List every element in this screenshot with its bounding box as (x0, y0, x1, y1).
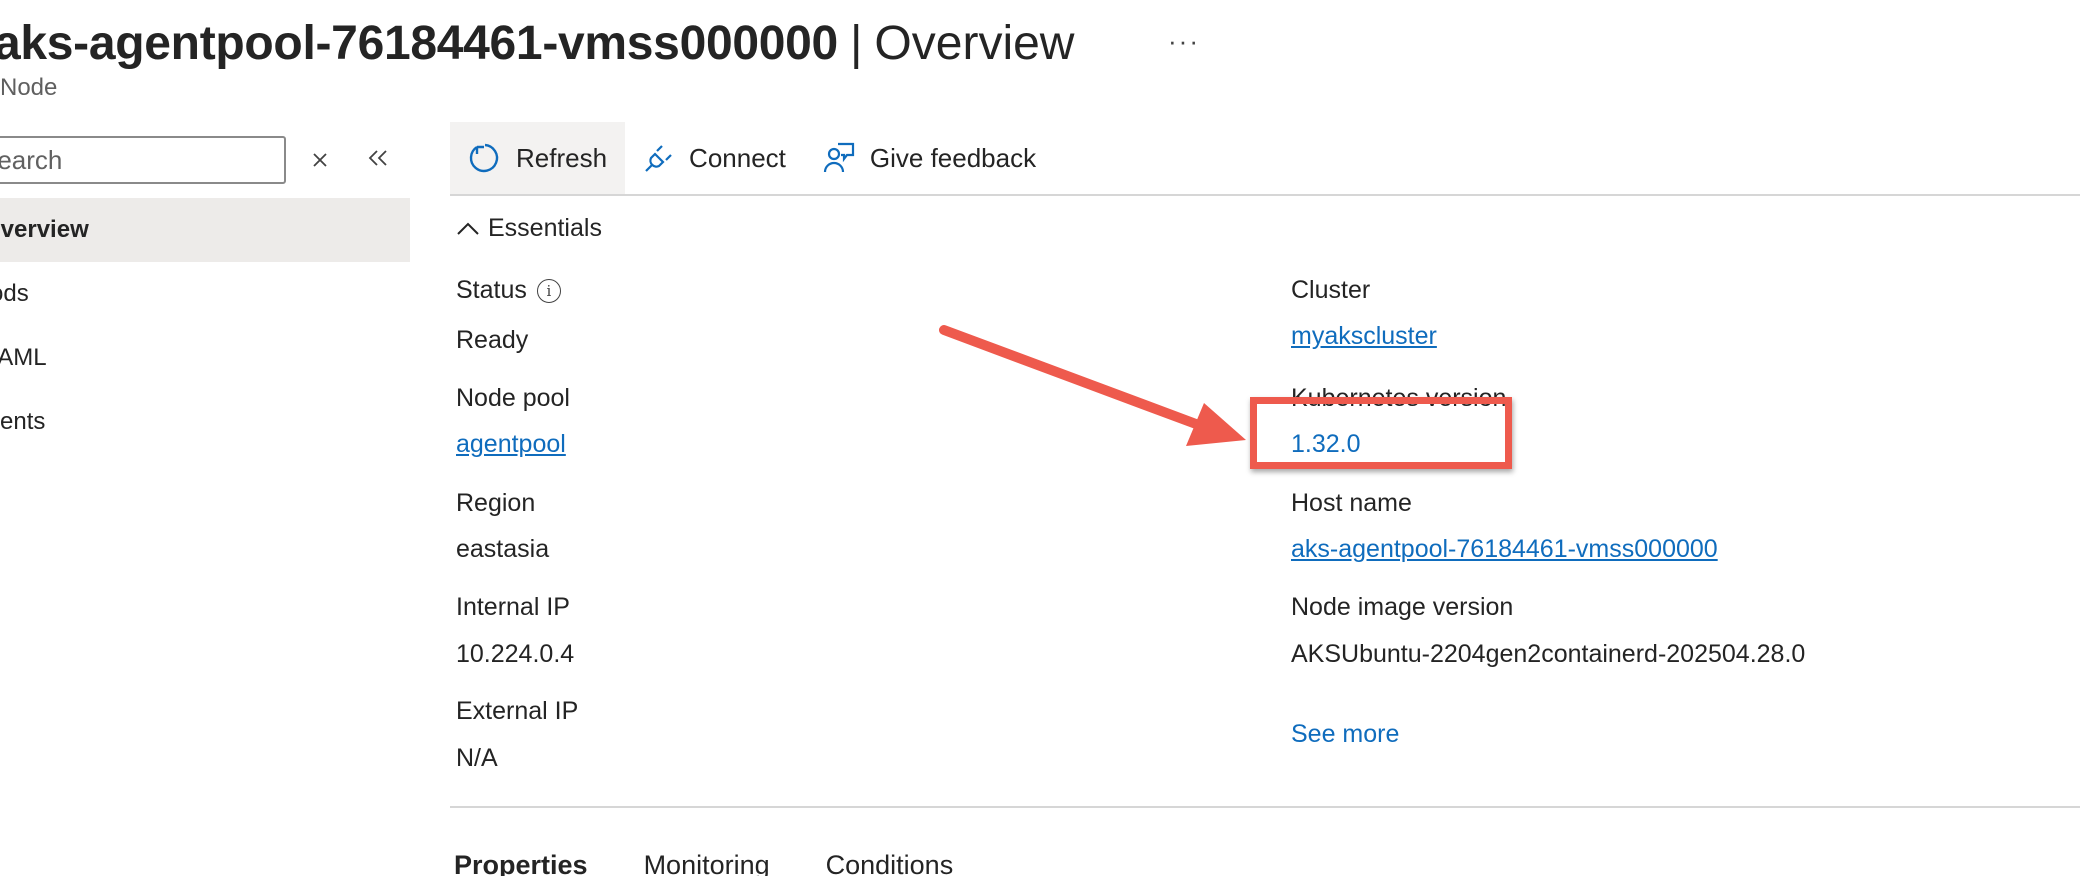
connect-button[interactable]: Connect (625, 122, 804, 194)
sidebar-item-label: Overview (0, 216, 89, 243)
sidebar-item-yaml[interactable]: YAML (0, 326, 410, 390)
region-value: eastasia (456, 535, 550, 563)
resource-name: aks-agentpool-76184461-vmss000000 (0, 16, 838, 70)
tab-properties[interactable]: Properties (454, 850, 588, 876)
sidebar-item-label: Events (0, 408, 46, 435)
plug-icon (645, 145, 672, 172)
page-header: aks-agentpool-76184461-vmss000000 | Over… (0, 10, 1074, 76)
node-image-version-label: Node image version (1291, 593, 1514, 621)
more-options-button[interactable]: ··· (1168, 26, 1200, 57)
cluster-label: Cluster (1291, 276, 1371, 304)
resource-type: Node (0, 74, 58, 101)
host-name-label: Host name (1291, 489, 1412, 517)
command-bar: Refresh Connect Give feedback (450, 122, 1054, 194)
node-pool-label: Node pool (456, 384, 570, 412)
page-title: Overview (874, 16, 1075, 70)
internal-ip-value: 10.224.0.4 (456, 640, 575, 668)
sidebar-nav: Overview Pods YAML Events (0, 198, 410, 454)
tab-conditions[interactable]: Conditions (826, 850, 954, 876)
sidebar-item-events[interactable]: Events (0, 390, 410, 454)
info-icon[interactable]: i (536, 278, 561, 303)
essentials-label: Essentials (488, 213, 602, 242)
internal-ip-label: Internal IP (456, 593, 570, 621)
region-label: Region (456, 489, 536, 517)
chevron-up-icon (457, 222, 479, 235)
sidebar-item-overview[interactable]: Overview (0, 198, 410, 262)
node-pool-link[interactable]: agentpool (456, 430, 566, 459)
feedback-person-icon (823, 142, 854, 173)
tab-monitoring[interactable]: Monitoring (644, 850, 770, 876)
collapse-sidebar-button[interactable] (364, 140, 392, 176)
close-icon (313, 153, 327, 167)
double-chevron-left-icon (368, 150, 387, 166)
refresh-icon (469, 143, 499, 173)
status-label: Status i (456, 276, 561, 305)
section-divider (450, 806, 2080, 808)
external-ip-label: External IP (456, 697, 579, 725)
node-image-version-value: AKSUbuntu-2204gen2containerd-202504.28.0 (1291, 640, 1806, 668)
toolbar-divider (450, 194, 2080, 196)
feedback-label: Give feedback (869, 142, 1037, 173)
sidebar-search-input[interactable] (0, 136, 286, 184)
highlight-callout-box (1250, 397, 1512, 469)
sidebar-item-label: Pods (0, 280, 29, 307)
connect-label: Connect (689, 142, 786, 173)
host-name-link[interactable]: aks-agentpool-76184461-vmss000000 (1291, 535, 1718, 564)
cluster-link[interactable]: myakscluster (1291, 322, 1437, 351)
title-separator: | (849, 16, 863, 70)
clear-search-button[interactable] (306, 144, 334, 176)
external-ip-value: N/A (456, 744, 498, 772)
detail-tabs: Properties Monitoring Conditions (454, 850, 1009, 876)
give-feedback-button[interactable]: Give feedback (804, 122, 1054, 194)
see-more-link[interactable]: See more (1291, 720, 1399, 749)
essentials-toggle[interactable]: Essentials (456, 210, 602, 246)
sidebar-item-pods[interactable]: Pods (0, 262, 410, 326)
status-value: Ready (456, 326, 529, 354)
refresh-label: Refresh (516, 142, 608, 173)
sidebar-item-label: YAML (0, 344, 47, 371)
refresh-button[interactable]: Refresh (450, 122, 626, 194)
